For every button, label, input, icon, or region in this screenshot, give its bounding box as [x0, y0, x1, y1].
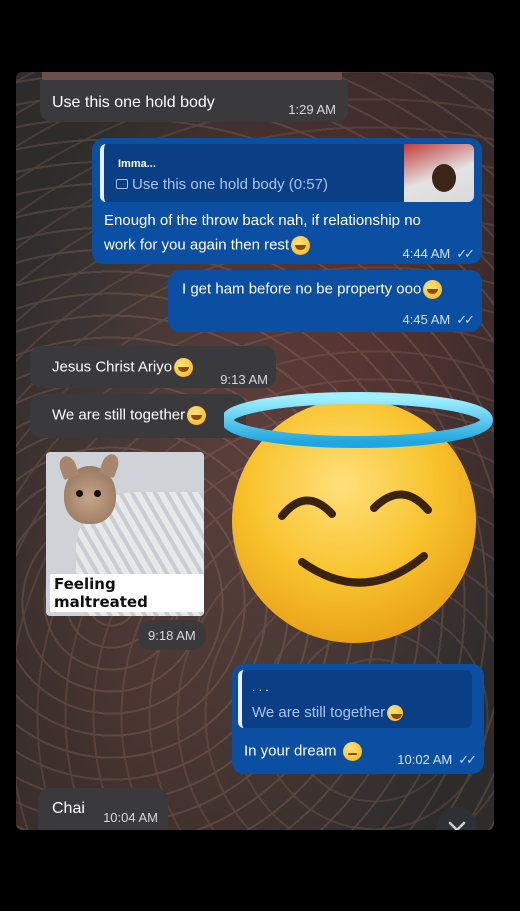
message-time: 4:44 AM ✓✓ [402, 246, 475, 262]
quoted-message[interactable]: Imma... Use this one hold body (0:57) [100, 144, 474, 202]
quoted-thumbnail [404, 144, 474, 202]
incoming-message[interactable]: Use this one hold body 1:29 AM [40, 80, 348, 122]
quoted-text: Use this one hold body (0:57) [116, 176, 328, 193]
chevron-down-icon [448, 821, 466, 830]
image-message[interactable]: Feeling maltreated [46, 452, 204, 616]
message-text: We are still together [52, 406, 207, 425]
quoted-author-dots: . . . [252, 680, 269, 694]
message-time-value: 4:44 AM [402, 246, 451, 261]
laughing-emoji-icon [174, 358, 194, 377]
quoted-text: We are still together [252, 704, 404, 722]
dog-eye [76, 490, 83, 497]
read-receipt-icon: ✓✓ [456, 246, 475, 261]
quoted-text-content: Use this one hold body (0:57) [132, 176, 328, 193]
chat-screen: Use this one hold body 1:29 AM Imma... U… [16, 72, 494, 830]
dog-ear-right [98, 452, 122, 479]
message-text-content: Jesus Christ Ariyo [52, 358, 173, 376]
message-text: Jesus Christ Ariyo [52, 358, 194, 377]
read-receipt-icon: ✓✓ [456, 312, 475, 327]
smiling-face-with-halo-icon [224, 392, 493, 643]
message-text-line-1: Enough of the throw back nah, if relatio… [104, 212, 421, 229]
message-text: Use this one hold body [52, 94, 215, 111]
message-time: 9:13 AM [220, 372, 268, 387]
message-time-value: 10:02 AM [397, 752, 453, 767]
message-text: I get ham before no be property ooo [182, 280, 443, 299]
laughing-emoji-icon [423, 280, 443, 299]
message-text-content: I get ham before no be property ooo [182, 280, 422, 298]
message-text: Chai [52, 800, 85, 817]
quoted-author: Imma... [118, 158, 156, 170]
outgoing-message[interactable]: Imma... Use this one hold body (0:57) En… [92, 138, 482, 264]
message-text-content: We are still together [52, 406, 186, 424]
dog-eye [94, 490, 101, 497]
message-time: 10:04 AM [103, 810, 158, 825]
message-time: 1:29 AM [288, 102, 336, 117]
message-text-content: In your dream [244, 742, 337, 760]
incoming-message[interactable]: Chai 10:04 AM [38, 788, 168, 830]
message-time: 10:02 AM ✓✓ [397, 752, 477, 768]
message-time-value: 4:45 AM [402, 312, 451, 327]
laughing-emoji-icon [387, 705, 404, 722]
outgoing-message[interactable]: . . . We are still together In your drea… [232, 664, 484, 774]
laughing-emoji-icon [291, 236, 311, 255]
message-text-line-2-content: work for you again then rest [104, 236, 290, 254]
smirking-emoji-icon [342, 742, 362, 761]
image-caption: Feeling maltreated [50, 574, 204, 612]
message-text-line-2: work for you again then rest [104, 236, 311, 255]
quoted-message[interactable]: . . . We are still together [238, 670, 472, 728]
video-icon [116, 179, 128, 189]
top-black-bar [0, 0, 520, 72]
laughing-emoji-icon [187, 406, 207, 425]
incoming-message[interactable]: We are still together [30, 394, 246, 438]
incoming-message[interactable]: Jesus Christ Ariyo 9:13 AM [30, 346, 276, 388]
scroll-to-bottom-button[interactable] [437, 807, 477, 830]
message-time: 9:18 AM [148, 628, 196, 643]
bottom-black-bar [0, 830, 520, 911]
message-time: 4:45 AM ✓✓ [402, 312, 475, 328]
read-receipt-icon: ✓✓ [458, 752, 477, 767]
thumbnail-face [432, 164, 456, 192]
outgoing-message[interactable]: I get ham before no be property ooo 4:45… [168, 270, 482, 332]
quoted-text-content: We are still together [252, 704, 386, 721]
message-text: In your dream [244, 742, 362, 761]
image-timestamp-pill: 9:18 AM [138, 620, 206, 650]
